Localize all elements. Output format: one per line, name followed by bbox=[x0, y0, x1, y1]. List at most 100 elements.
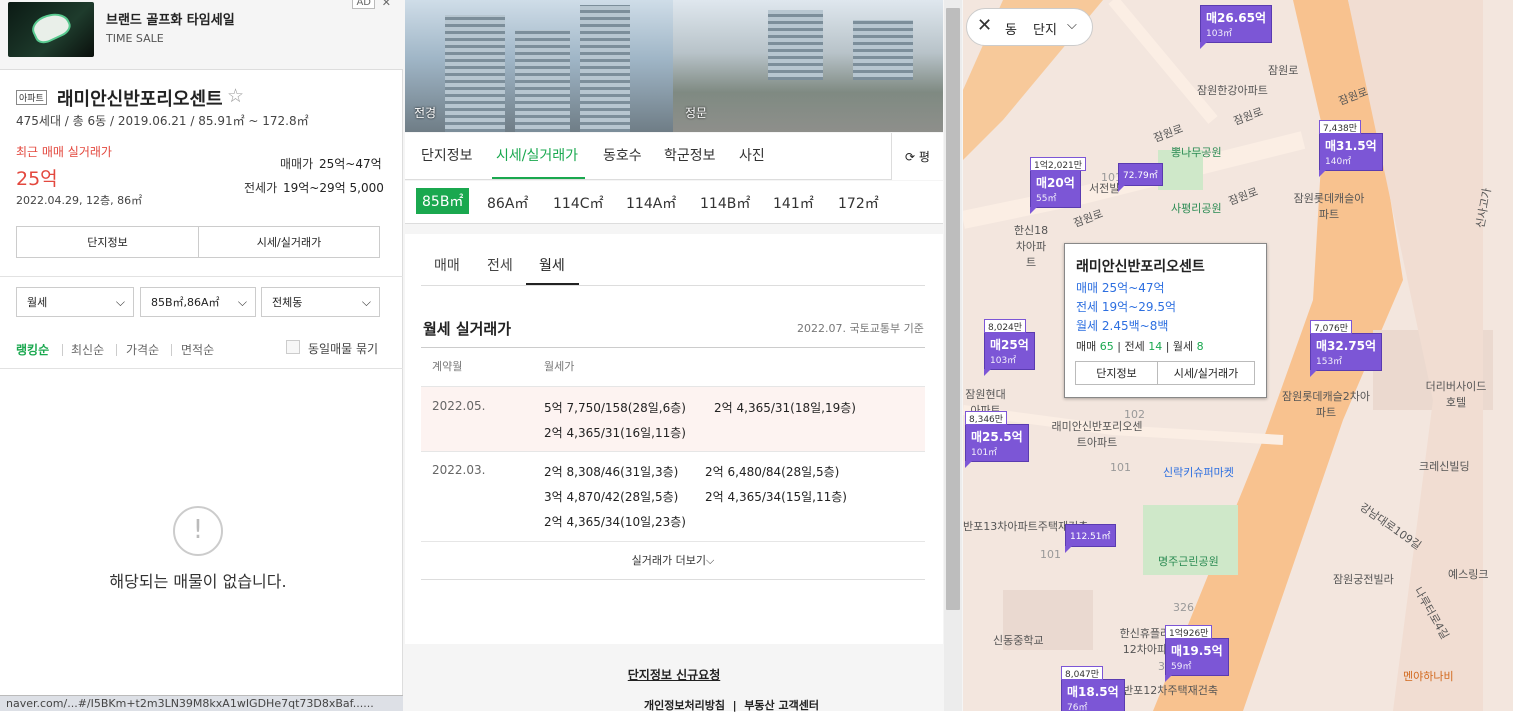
dong-select[interactable]: 전체동 ⌵ bbox=[261, 287, 380, 317]
filter-dong[interactable]: 동 bbox=[1005, 19, 1017, 38]
price-pin[interactable]: 8,346만 매25.5억 101㎡ bbox=[965, 411, 1029, 468]
count-label: 월세 bbox=[1172, 340, 1194, 353]
tab-school[interactable]: 학군정보 bbox=[664, 145, 716, 165]
exclamation-icon: ! bbox=[173, 506, 223, 556]
pin-rent: 7,438만 bbox=[1319, 120, 1362, 134]
lot-number: 326 bbox=[1173, 601, 1194, 614]
pin-price: 매26.65억 bbox=[1206, 11, 1267, 25]
side-road bbox=[1108, 0, 1218, 124]
lot-number: 102 bbox=[1124, 408, 1145, 421]
price-pin[interactable]: 1억2,021만 매20억 55㎡ bbox=[1030, 157, 1087, 214]
lot-number: 101 bbox=[1110, 461, 1131, 474]
area-tab-114c[interactable]: 114C㎡ bbox=[553, 193, 604, 213]
label-yes-link: 예스링크 bbox=[1448, 568, 1489, 581]
label-riverside-hotel: 더리버사이드호텔 bbox=[1425, 380, 1487, 409]
divider bbox=[421, 451, 925, 452]
sort-area[interactable]: 면적순 bbox=[181, 341, 214, 358]
refresh-icon: ⟳ bbox=[905, 149, 919, 164]
popup-info-button[interactable]: 단지정보 bbox=[1075, 361, 1158, 385]
label-hanshin18: 한신18차아파트 bbox=[1013, 224, 1049, 269]
ad-close-icon[interactable]: ✕ bbox=[382, 0, 391, 9]
area-tab-114b[interactable]: 114B㎡ bbox=[700, 193, 750, 213]
tab-price-trade[interactable]: 시세/실거래가 bbox=[496, 145, 578, 165]
price-pin[interactable]: 8,047만 매18.5억 76㎡ bbox=[1061, 666, 1125, 711]
area-tab-85b[interactable]: 85B㎡ bbox=[416, 188, 470, 214]
section-title: 월세 실거래가 bbox=[423, 320, 512, 338]
map-filter-control[interactable]: ✕ 동 단지 ⌵ bbox=[966, 8, 1093, 46]
unit-toggle-button[interactable]: ⟳ 평 bbox=[891, 133, 943, 180]
area-tab-141[interactable]: 141㎡ bbox=[773, 193, 814, 213]
popup-sale: 매매 25억~47억 bbox=[1076, 281, 1165, 295]
price-trade-button[interactable]: 시세/실거래가 bbox=[198, 226, 380, 258]
close-icon[interactable]: ✕ bbox=[977, 15, 992, 36]
price-pin[interactable]: 매26.65억 103㎡ bbox=[1200, 5, 1273, 49]
pin-price: 매25.5억 bbox=[971, 430, 1023, 444]
price-pin[interactable]: 7,076만 매32.75억 153㎡ bbox=[1310, 320, 1383, 377]
more-trades-label: 실거래가 더보기 bbox=[631, 554, 706, 567]
count-sale: 65 bbox=[1099, 340, 1114, 353]
privacy-link[interactable]: 개인정보처리방침 bbox=[644, 699, 725, 712]
deal-tab-sale[interactable]: 매매 bbox=[434, 255, 460, 275]
deal-entry: 5억 7,750/158(28일,6층) bbox=[544, 401, 686, 415]
sort-ranking[interactable]: 랭킹순 bbox=[16, 341, 49, 358]
price-pin[interactable]: 7,438만 매31.5억 140㎡ bbox=[1319, 120, 1383, 177]
label-lotte-castle2: 잠원롯데캐슬2차아파트 bbox=[1282, 390, 1370, 419]
price-pin[interactable]: 8,024만 매25억 103㎡ bbox=[984, 319, 1035, 376]
area-pin[interactable]: 72.79㎡ bbox=[1118, 163, 1163, 192]
area-select[interactable]: 85B㎡,86A㎡ ⌵ bbox=[140, 287, 256, 317]
ad-thumbnail[interactable] bbox=[8, 2, 94, 57]
favorite-star-icon[interactable]: ☆ bbox=[227, 85, 244, 107]
deal-tab-jeonse[interactable]: 전세 bbox=[487, 255, 513, 275]
trade-type-select[interactable]: 월세 ⌵ bbox=[16, 287, 134, 317]
request-complex-info-link[interactable]: 단지정보 신규요청 bbox=[405, 666, 943, 683]
filter-complex[interactable]: 단지 bbox=[1033, 19, 1057, 38]
ad-banner[interactable]: 브랜드 골프화 타임세일 TIME SALE AD ✕ bbox=[0, 0, 403, 70]
area-value: 85B㎡,86A㎡ bbox=[151, 296, 220, 309]
pin-price: 매25억 bbox=[990, 338, 1029, 352]
pin-area: 76㎡ bbox=[1067, 703, 1088, 711]
photo-label-overview: 전경 bbox=[414, 106, 437, 120]
pin-price: 매20억 bbox=[1036, 176, 1075, 190]
more-trades-link[interactable]: 실거래가 더보기⌵ bbox=[421, 552, 925, 568]
scrollbar-thumb[interactable] bbox=[946, 8, 960, 610]
divider bbox=[0, 368, 403, 369]
divider bbox=[421, 347, 925, 348]
area-tab-114a[interactable]: 114A㎡ bbox=[626, 193, 676, 213]
tab-complex-info[interactable]: 단지정보 bbox=[421, 145, 473, 165]
deal-tab-monthly[interactable]: 월세 bbox=[539, 255, 565, 275]
complex-info-button[interactable]: 단지정보 bbox=[16, 226, 199, 258]
sort-latest[interactable]: 최신순 bbox=[71, 341, 104, 358]
label-sindong-school: 신동중학교 bbox=[993, 634, 1044, 647]
trade-type-value: 월세 bbox=[27, 296, 48, 309]
tab-unit[interactable]: 동호수 bbox=[603, 145, 642, 165]
pin-rent: 8,024만 bbox=[984, 319, 1027, 333]
ad-title[interactable]: 브랜드 골프화 타임세일 bbox=[106, 9, 235, 28]
complex-popup[interactable]: 래미안신반포리오센트 매매 25억~47억 전세 19억~29.5억 월세 2.… bbox=[1064, 243, 1267, 398]
pin-price: 매31.5억 bbox=[1325, 139, 1377, 153]
photo-overview[interactable] bbox=[405, 0, 673, 132]
building-illustration bbox=[445, 15, 505, 132]
sort-price[interactable]: 가격순 bbox=[126, 341, 159, 358]
building-illustration bbox=[515, 30, 570, 132]
header-monthly-rent: 월세가 bbox=[544, 360, 575, 373]
active-tab-underline bbox=[492, 177, 585, 179]
group-listings-checkbox[interactable] bbox=[286, 340, 300, 354]
section-source: 2022.07. 국토교통부 기준 bbox=[797, 322, 924, 335]
photo-gate[interactable] bbox=[673, 0, 943, 132]
sort-divider bbox=[62, 344, 63, 356]
price-pin[interactable]: 1억926만 매19.5억 59㎡ bbox=[1165, 625, 1229, 682]
label-road: 잠원로 bbox=[1268, 64, 1299, 77]
customer-center-link[interactable]: 부동산 고객센터 bbox=[744, 699, 819, 712]
area-pin[interactable]: 112.51㎡ bbox=[1065, 524, 1116, 553]
empty-message: 해당되는 매물이 없습니다. bbox=[109, 572, 287, 591]
group-listings-label[interactable]: 동일매물 묶기 bbox=[308, 340, 378, 357]
area-tab-86a[interactable]: 86A㎡ bbox=[487, 193, 528, 213]
photo-label-gate: 정문 bbox=[685, 106, 708, 120]
popup-price-button[interactable]: 시세/실거래가 bbox=[1157, 361, 1255, 385]
table-row bbox=[421, 387, 925, 451]
label-myeongju-park: 명주근린공원 bbox=[1158, 555, 1219, 568]
tab-photos[interactable]: 사진 bbox=[739, 145, 765, 165]
recent-trade-label: 최근 매매 실거래가 bbox=[16, 145, 112, 159]
label-lotte-castle: 잠원롯데캐슬아파트 bbox=[1293, 192, 1365, 221]
area-tab-172[interactable]: 172㎡ bbox=[838, 193, 879, 213]
